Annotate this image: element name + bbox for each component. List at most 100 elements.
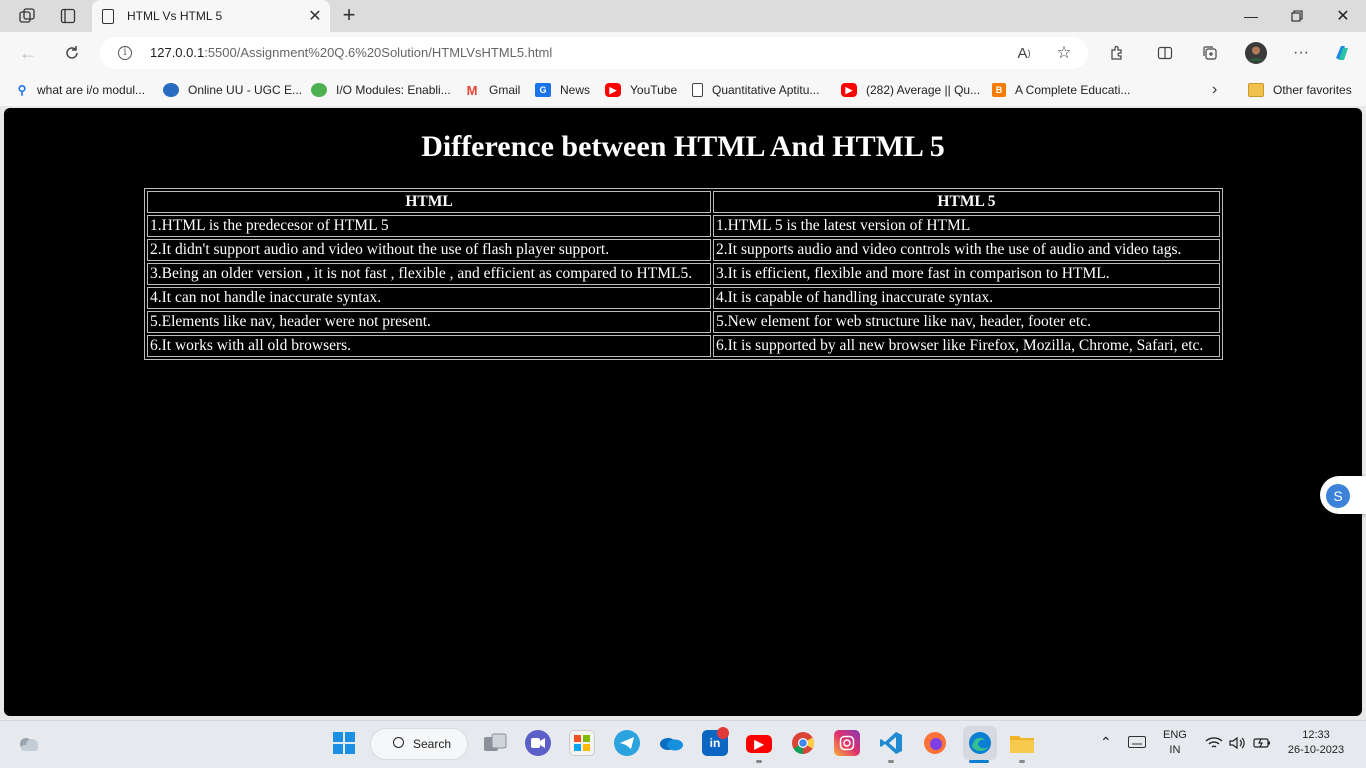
table-cell: 5.Elements like nav, header were not pre… <box>147 311 711 333</box>
favorite-item-8[interactable]: ▶ (282) Average || Qu... <box>841 80 980 100</box>
site-info-icon[interactable]: i <box>118 46 132 60</box>
tab-bar: HTML Vs HTML 5 ✕ + — ✕ <box>0 0 1366 32</box>
task-view-icon[interactable] <box>482 730 508 756</box>
copilot-icon[interactable] <box>1330 42 1354 64</box>
comparison-table: HTML HTML 5 1.HTML is the predecesor of … <box>144 188 1223 360</box>
page-heading: Difference between HTML And HTML 5 <box>421 130 945 163</box>
running-indicator <box>1019 760 1025 763</box>
favorite-item-9[interactable]: BA Complete Educati... <box>992 80 1130 100</box>
clock[interactable]: 12:33 26-10-2023 <box>1283 728 1349 758</box>
start-icon[interactable] <box>331 730 357 756</box>
read-aloud-icon[interactable]: A) <box>1012 42 1036 64</box>
table-row: 1.HTML is the predecesor of HTML 5 1.HTM… <box>147 215 1220 237</box>
favorite-item-7[interactable]: Quantitative Aptitu... <box>692 80 819 100</box>
language-label: ENG <box>1163 729 1187 741</box>
table-row: 5.Elements like nav, header were not pre… <box>147 311 1220 333</box>
collections-icon[interactable] <box>1198 42 1222 64</box>
favorite-star-icon[interactable]: ☆ <box>1052 42 1076 64</box>
extensions-icon[interactable] <box>1105 42 1129 64</box>
file-explorer-icon[interactable] <box>1009 730 1035 756</box>
profile-avatar[interactable] <box>1244 42 1268 64</box>
table-cell: 3.Being an older version , it is not fas… <box>147 263 711 285</box>
favorite-item-6[interactable]: ▶ YouTube <box>605 80 677 100</box>
teams-icon[interactable] <box>525 730 551 756</box>
favorites-overflow-chevron-icon[interactable]: › <box>1212 80 1217 100</box>
running-indicator <box>756 760 762 763</box>
onedrive-icon[interactable] <box>658 730 684 756</box>
weather-icon[interactable] <box>16 730 42 756</box>
language-indicator[interactable]: ENG IN <box>1163 728 1187 758</box>
url-text[interactable]: 127.0.0.1:5500/Assignment%20Q.6%20Soluti… <box>150 45 552 60</box>
wifi-icon[interactable] <box>1205 736 1223 755</box>
store-icon[interactable] <box>569 730 595 756</box>
news-icon: G <box>535 83 551 97</box>
blogger-icon: B <box>992 83 1006 97</box>
leaf-logo-icon <box>311 83 327 97</box>
favorite-item-4[interactable]: M Gmail <box>464 80 521 100</box>
firefox-icon[interactable] <box>922 730 948 756</box>
site-logo-icon <box>163 83 179 97</box>
table-cell: 4.It can not handle inaccurate syntax. <box>147 287 711 309</box>
notification-badge <box>717 727 729 739</box>
close-tab-icon[interactable]: ✕ <box>304 6 326 26</box>
table-cell: 2.It supports audio and video controls w… <box>713 239 1220 261</box>
table-row: 4.It can not handle inaccurate syntax. 4… <box>147 287 1220 309</box>
telegram-icon[interactable] <box>614 730 640 756</box>
back-button[interactable]: ← <box>14 40 42 66</box>
favorite-item-other[interactable]: Other favorites <box>1248 80 1352 100</box>
taskbar-search[interactable]: Search <box>370 728 468 760</box>
youtube-icon: ▶ <box>841 83 857 97</box>
table-cell: 3.It is efficient, flexible and more fas… <box>713 263 1220 285</box>
running-indicator <box>888 760 894 763</box>
table-cell: 5.New element for web structure like nav… <box>713 311 1220 333</box>
instagram-icon[interactable] <box>834 730 860 756</box>
sidebar-app-icon: S <box>1326 484 1350 508</box>
youtube-icon[interactable]: ▶ <box>746 735 772 753</box>
table-cell: 1.HTML is the predecesor of HTML 5 <box>147 215 711 237</box>
search-icon <box>393 737 404 748</box>
table-header-row: HTML HTML 5 <box>147 191 1220 213</box>
table-header-html: HTML <box>147 191 711 213</box>
minimize-button[interactable]: — <box>1228 0 1274 32</box>
settings-more-icon[interactable]: ··· <box>1289 42 1313 64</box>
tab-actions-icon[interactable] <box>55 4 81 28</box>
favorite-item-3[interactable]: I/O Modules: Enabli... <box>311 80 451 100</box>
restore-button[interactable] <box>1274 0 1320 32</box>
refresh-button[interactable] <box>58 40 86 66</box>
new-tab-button[interactable]: + <box>338 4 360 28</box>
tab-title: HTML Vs HTML 5 <box>127 9 223 23</box>
edge-icon[interactable] <box>963 726 997 760</box>
sidebar-toggle-button[interactable]: S <box>1320 476 1366 514</box>
vscode-icon[interactable] <box>878 730 904 756</box>
favorite-item-5[interactable]: G News <box>535 80 590 100</box>
table-row: 6.It works with all old browsers. 6.It i… <box>147 335 1220 357</box>
table-cell: 1.HTML 5 is the latest version of HTML <box>713 215 1220 237</box>
keyboard-icon[interactable] <box>1128 736 1146 753</box>
table-cell: 2.It didn't support audio and video with… <box>147 239 711 261</box>
document-icon <box>692 83 703 97</box>
volume-icon[interactable] <box>1229 736 1245 755</box>
document-icon <box>102 8 114 24</box>
tray-chevron-up-icon[interactable]: ⌃ <box>1100 735 1112 750</box>
table-header-html5: HTML 5 <box>713 191 1220 213</box>
workspaces-icon[interactable] <box>14 4 40 28</box>
chrome-icon[interactable] <box>790 730 816 756</box>
table-row: 2.It didn't support audio and video with… <box>147 239 1220 261</box>
active-indicator <box>969 760 989 763</box>
table-cell: 6.It is supported by all new browser lik… <box>713 335 1220 357</box>
gmail-icon: M <box>466 82 478 98</box>
region-label: IN <box>1169 744 1181 756</box>
table-cell: 4.It is capable of handling inaccurate s… <box>713 287 1220 309</box>
split-screen-icon[interactable] <box>1153 42 1177 64</box>
table-cell: 6.It works with all old browsers. <box>147 335 711 357</box>
favorite-item-2[interactable]: Online UU - UGC E... <box>163 80 302 100</box>
favorite-item-1[interactable]: ⚲ what are i/o modul... <box>16 80 145 100</box>
close-window-button[interactable]: ✕ <box>1320 0 1366 32</box>
table-row: 3.Being an older version , it is not fas… <box>147 263 1220 285</box>
folder-icon <box>1248 83 1264 97</box>
page-viewport: Difference between HTML And HTML 5 HTML … <box>4 108 1362 716</box>
battery-icon[interactable] <box>1253 736 1271 755</box>
youtube-icon: ▶ <box>605 83 621 97</box>
tab-active[interactable]: HTML Vs HTML 5 ✕ <box>92 0 330 32</box>
search-icon: ⚲ <box>17 83 27 97</box>
